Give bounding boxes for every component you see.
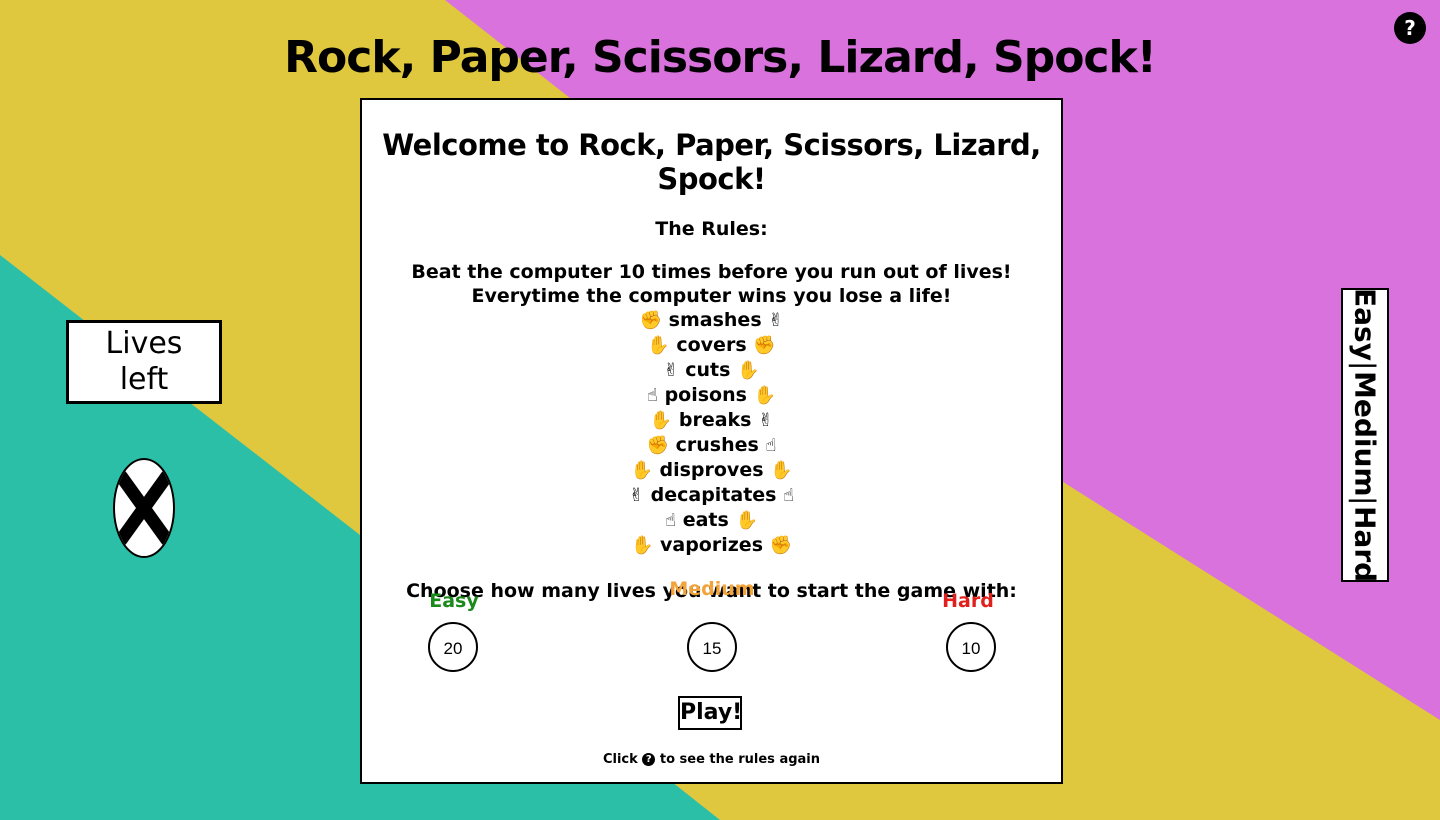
hand-icon: ✋: [630, 460, 653, 481]
level-medium[interactable]: Medium: [662, 578, 762, 600]
rule-verb: disproves: [659, 459, 764, 481]
rule-row: ✋ breaks ✌: [362, 408, 1061, 433]
hand-icon: ✌: [663, 360, 679, 381]
easy-lives-button[interactable]: 20: [428, 622, 478, 672]
rules-intro-line1: Beat the computer 10 times before you ru…: [411, 261, 1012, 283]
rule-row: ✋ vaporizes ✊: [362, 533, 1061, 558]
hand-icon: ✋: [647, 335, 670, 356]
difficulty-tab[interactable]: Easy | Medium | Hard: [1341, 288, 1389, 582]
rule-verb: decapitates: [650, 484, 777, 506]
game-title: Rock, Paper, Scissors, Lizard, Spock!: [284, 32, 1157, 83]
hand-icon: ✋: [735, 510, 758, 531]
difficulty-medium[interactable]: Medium: [1349, 371, 1382, 497]
question-icon: ?: [1404, 16, 1416, 40]
rule-verb: eats: [682, 509, 729, 531]
hand-icon: ✌: [758, 410, 774, 431]
hand-icon: ☝: [646, 385, 658, 406]
lives-label-line2: left: [119, 362, 169, 397]
rule-verb: cuts: [685, 359, 731, 381]
footnote: Click ? to see the rules again: [362, 752, 1061, 767]
hand-icon: ✋: [649, 410, 673, 431]
rules-list: ✊ smashes ✌ ✋ covers ✊ ✌ cuts ✋ ☝ poisons ✋…: [362, 308, 1061, 558]
hand-icon: ✊: [646, 435, 669, 456]
rule-row: ✌ decapitates ☝: [362, 483, 1061, 508]
rule-row: ✋ disproves ✋: [362, 458, 1061, 483]
medium-lives-button[interactable]: 15: [687, 622, 737, 672]
rules-intro-line2: Everytime the computer wins you lose a l…: [471, 285, 952, 307]
footnote-before: Click: [602, 752, 638, 767]
welcome-panel: Welcome to Rock, Paper, Scissors, Lizard…: [360, 98, 1063, 784]
hand-icon: ✊: [639, 310, 663, 331]
play-button[interactable]: Play!: [678, 696, 742, 730]
rule-verb: poisons: [664, 384, 747, 406]
rule-verb: vaporizes: [660, 534, 763, 556]
level-easy-label: Easy: [429, 590, 479, 612]
hand-icon: ☝: [783, 485, 795, 506]
life-marker: [113, 458, 175, 558]
x-mark-icon: [115, 469, 173, 547]
difficulty-separator: |: [1348, 496, 1382, 506]
difficulty-hard[interactable]: Hard: [1349, 506, 1382, 582]
level-hard-label: Hard: [942, 590, 994, 612]
question-icon: ?: [642, 753, 656, 766]
level-medium-label: Medium: [669, 578, 755, 600]
lives-label-line1: Lives: [105, 326, 183, 361]
difficulty-separator: |: [1348, 361, 1382, 371]
hand-icon: ✌: [768, 310, 784, 331]
level-hard[interactable]: Hard: [918, 590, 1018, 612]
level-easy[interactable]: Easy: [404, 590, 504, 612]
hard-lives-button[interactable]: 10: [946, 622, 996, 672]
hand-icon: ✋: [737, 360, 760, 381]
rule-row: ✊ crushes ☝: [362, 433, 1061, 458]
hand-icon: ☝: [665, 510, 677, 531]
hand-icon: ✋: [770, 460, 793, 481]
difficulty-easy[interactable]: Easy: [1349, 288, 1382, 361]
rule-row: ☝ eats ✋: [362, 508, 1061, 533]
rule-row: ✊ smashes ✌: [362, 308, 1061, 333]
welcome-title: Welcome to Rock, Paper, Scissors, Lizard…: [382, 128, 1041, 196]
rule-verb: covers: [676, 334, 747, 356]
hand-icon: ✊: [769, 535, 793, 556]
rule-verb: smashes: [668, 309, 762, 331]
rule-verb: crushes: [675, 434, 759, 456]
hand-icon: ✌: [628, 485, 644, 506]
rule-row: ☝ poisons ✋: [362, 383, 1061, 408]
hand-icon: ✋: [630, 535, 654, 556]
hand-icon: ☝: [765, 435, 777, 456]
rule-row: ✋ covers ✊: [362, 333, 1061, 358]
rules-heading: The Rules:: [655, 218, 768, 240]
hand-icon: ✋: [753, 385, 776, 406]
rules-intro: Beat the computer 10 times before you ru…: [362, 260, 1061, 308]
lives-left-label: Lives left: [66, 320, 222, 404]
rule-row: ✌ cuts ✋: [362, 358, 1061, 383]
footnote-after: to see the rules again: [659, 752, 821, 767]
rule-verb: breaks: [678, 409, 752, 431]
hand-icon: ✊: [753, 335, 776, 356]
help-button[interactable]: ?: [1394, 12, 1426, 44]
